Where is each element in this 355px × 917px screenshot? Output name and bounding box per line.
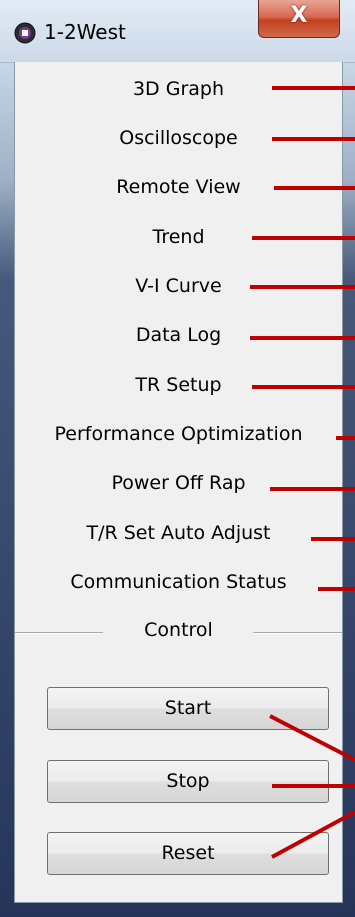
- reset-button[interactable]: Reset: [47, 832, 329, 875]
- menu-item-vi-curve[interactable]: V-I Curve: [15, 275, 342, 297]
- menu-item-performance-optimization[interactable]: Performance Optimization: [15, 423, 342, 445]
- menu-item-tr-setup[interactable]: TR Setup: [15, 374, 342, 396]
- window-title: 1-2West: [44, 20, 126, 44]
- stop-button[interactable]: Stop: [47, 760, 329, 803]
- menu-item-3d-graph[interactable]: 3D Graph: [15, 78, 342, 100]
- menu-item-trend[interactable]: Trend: [15, 226, 342, 248]
- title-bar[interactable]: 1-2West X: [0, 0, 355, 63]
- client-area: 3D Graph Oscilloscope Remote View Trend …: [14, 62, 343, 903]
- menu-item-remote-view[interactable]: Remote View: [15, 176, 342, 198]
- control-group-label: Control: [144, 619, 213, 641]
- start-button[interactable]: Start: [47, 687, 329, 730]
- app-icon: [14, 22, 36, 44]
- menu-item-communication-status[interactable]: Communication Status: [15, 571, 342, 593]
- menu-item-data-log[interactable]: Data Log: [15, 324, 342, 346]
- close-button[interactable]: X: [258, 0, 340, 38]
- menu-item-tr-set-auto-adjust[interactable]: T/R Set Auto Adjust: [15, 522, 342, 544]
- menu-item-oscilloscope[interactable]: Oscilloscope: [15, 127, 342, 149]
- app-window: 1-2West X 3D Graph Oscilloscope Remote V…: [0, 0, 355, 917]
- menu-item-power-off-rap[interactable]: Power Off Rap: [15, 472, 342, 494]
- close-icon: X: [290, 3, 308, 28]
